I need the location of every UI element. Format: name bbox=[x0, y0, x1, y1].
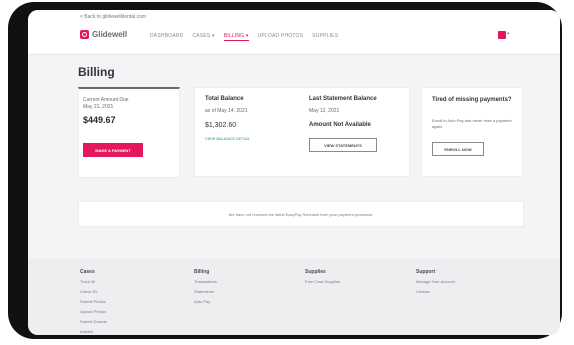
brand-logo[interactable]: Glidewell bbox=[80, 30, 127, 39]
footer-link[interactable]: Submit Dowels bbox=[80, 319, 107, 324]
total-balance-value: $1,302.60 bbox=[205, 122, 237, 129]
last-statement-date: May 12, 2021 bbox=[309, 108, 340, 114]
footer-col-supplies: Supplies Free Case Supplies bbox=[305, 269, 340, 289]
footer-link[interactable]: Manage Your Account bbox=[416, 279, 455, 284]
footer-link[interactable]: Upload Photos bbox=[80, 309, 107, 314]
device-frame: < Back to glidewelldental.com Glidewell … bbox=[8, 2, 562, 339]
footer-link[interactable]: Check Rx bbox=[80, 289, 107, 294]
footer-heading: Supplies bbox=[305, 269, 326, 275]
footer-heading: Billing bbox=[194, 269, 210, 275]
footer-link[interactable]: Auto Pay bbox=[194, 299, 217, 304]
cart-icon[interactable] bbox=[498, 31, 506, 39]
last-statement-status: Amount Not Available bbox=[309, 122, 371, 128]
enroll-now-button[interactable]: ENROLL NOW bbox=[432, 142, 484, 156]
footer-heading: Support bbox=[416, 269, 436, 275]
page-title: Billing bbox=[78, 65, 115, 79]
total-balance-label: Total Balance bbox=[205, 96, 244, 102]
footer-link[interactable]: Contact bbox=[416, 289, 455, 294]
footer-link[interactable]: Articles bbox=[80, 329, 107, 334]
payment-notice: We have not received the latest EasyPay … bbox=[78, 201, 524, 227]
nav-supplies[interactable]: SUPPLIES bbox=[312, 33, 338, 41]
billing-main: Billing Current Amount Due May 21, 2021 … bbox=[28, 55, 560, 259]
footer-link[interactable]: Transactions bbox=[194, 279, 217, 284]
make-payment-button[interactable]: MAKE A PAYMENT bbox=[83, 143, 143, 157]
footer-link[interactable]: Free Case Supplies bbox=[305, 279, 340, 284]
nav-cases[interactable]: CASES ▾ bbox=[192, 33, 214, 41]
brand-name: Glidewell bbox=[92, 30, 128, 39]
top-navigation: < Back to glidewelldental.com Glidewell … bbox=[28, 10, 560, 55]
footer: Cases Track All Check Rx Submit Photos U… bbox=[28, 259, 560, 335]
balance-card: Total Balance as of May 14, 2021 $1,302.… bbox=[194, 87, 410, 177]
footer-col-support: Support Manage Your Account Contact bbox=[416, 269, 455, 299]
nav-upload-photos[interactable]: UPLOAD PHOTOS bbox=[258, 33, 304, 41]
footer-col-cases: Cases Track All Check Rx Submit Photos U… bbox=[80, 269, 107, 335]
nav-billing[interactable]: BILLING ▾ bbox=[223, 33, 249, 41]
back-link[interactable]: < Back to glidewelldental.com bbox=[80, 14, 146, 20]
autopay-text: Enroll in Auto Pay and never miss a paym… bbox=[432, 118, 512, 129]
current-amount-date: May 21, 2021 bbox=[83, 104, 114, 110]
autopay-card: Tired of missing payments? Enroll in Aut… bbox=[421, 87, 523, 177]
browser-screen: < Back to glidewelldental.com Glidewell … bbox=[28, 10, 560, 335]
view-balance-detail-link[interactable]: VIEW BALANCE DETAIL bbox=[205, 136, 250, 141]
main-nav: DASHBOARD CASES ▾ BILLING ▾ UPLOAD PHOTO… bbox=[150, 33, 338, 41]
total-balance-subtext: as of May 14, 2021 bbox=[205, 108, 248, 114]
footer-link[interactable]: Track All bbox=[80, 279, 107, 284]
footer-link[interactable]: Submit Photos bbox=[80, 299, 107, 304]
logo-icon bbox=[80, 30, 89, 39]
current-amount-value: $449.67 bbox=[83, 115, 116, 125]
autopay-title: Tired of missing payments? bbox=[432, 97, 512, 103]
footer-col-billing: Billing Transactions Statements Auto Pay bbox=[194, 269, 217, 309]
last-statement-label: Last Statement Balance bbox=[309, 96, 377, 102]
current-amount-label: Current Amount Due bbox=[83, 97, 129, 103]
nav-dashboard[interactable]: DASHBOARD bbox=[150, 33, 183, 41]
chevron-down-icon[interactable]: ▾ bbox=[507, 31, 510, 37]
view-statements-button[interactable]: VIEW STATEMENTS bbox=[309, 138, 377, 152]
current-amount-card: Current Amount Due May 21, 2021 $449.67 … bbox=[78, 87, 180, 178]
footer-link[interactable]: Statements bbox=[194, 289, 217, 294]
footer-heading: Cases bbox=[80, 269, 95, 275]
